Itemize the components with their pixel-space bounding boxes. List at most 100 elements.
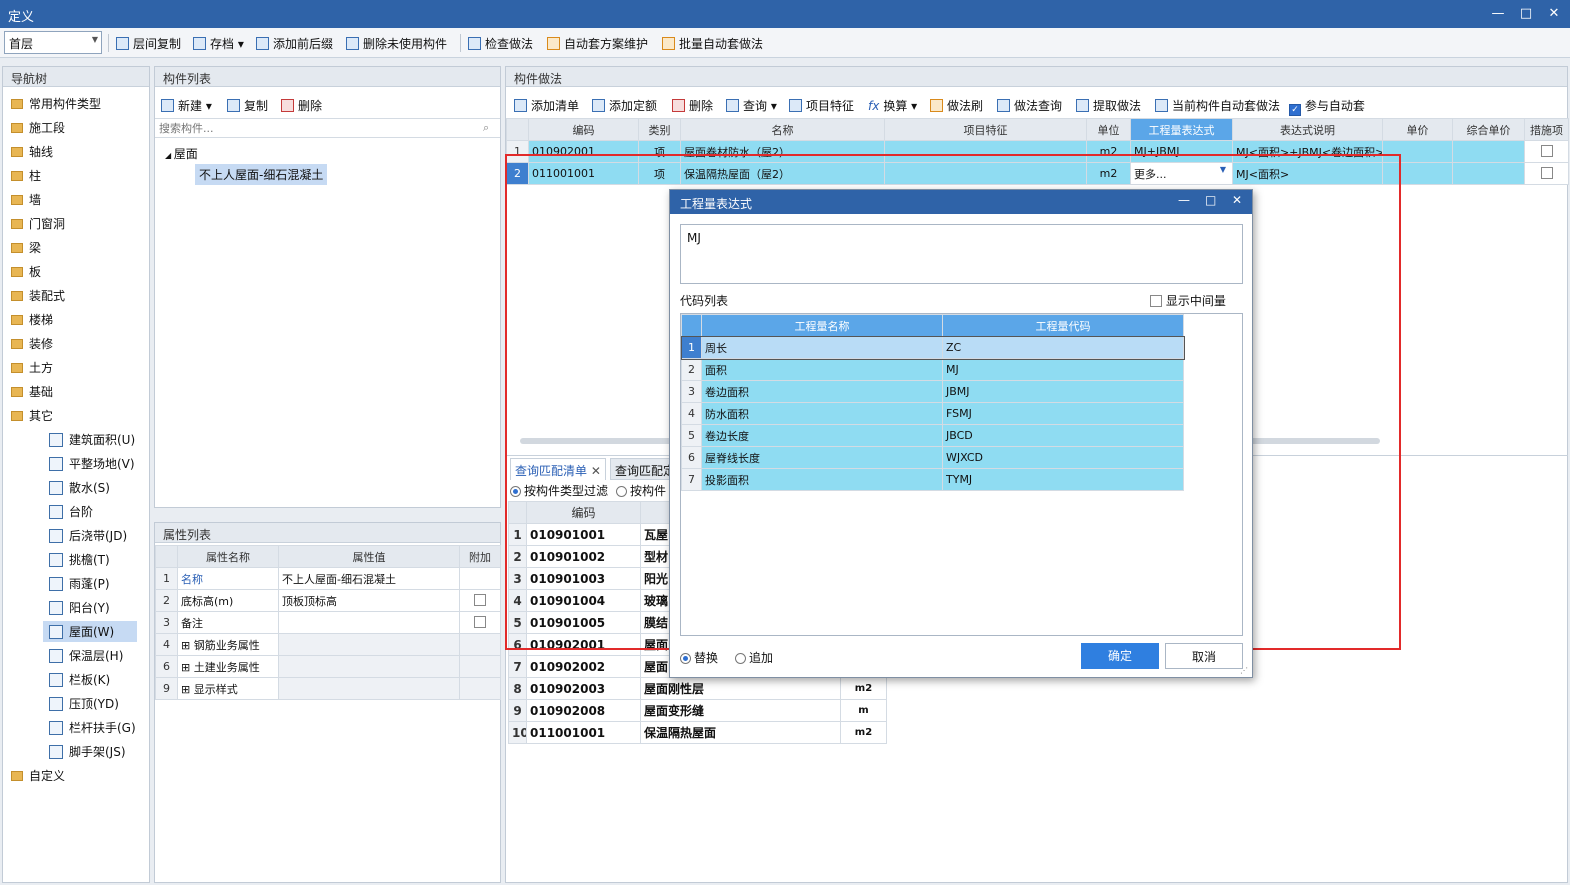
toolbar-divider — [108, 34, 109, 52]
nav-folder-earth[interactable]: 土方 — [11, 359, 53, 376]
append-checkbox[interactable] — [474, 616, 486, 628]
add-list-button[interactable]: 添加清单 — [514, 97, 579, 114]
nav-item-balcony[interactable]: 阳台(Y) — [49, 599, 110, 616]
table-row[interactable]: 4 ⊞ 钢筋业务属性 — [155, 633, 501, 656]
cancel-button[interactable]: 取消 — [1165, 643, 1243, 669]
new-component-button[interactable]: 新建 ▾ — [161, 97, 212, 114]
component-list-header: 构件列表 — [155, 67, 500, 87]
table-row[interactable]: 4 防水面积 FSMJ — [681, 402, 1184, 425]
delete-component-button[interactable]: 删除 — [281, 97, 322, 114]
folder-open-icon — [11, 411, 23, 421]
method-query-button[interactable]: 做法查询 — [997, 97, 1062, 114]
nav-item-post-cast[interactable]: 后浇带(JD) — [49, 527, 127, 544]
folder-icon — [11, 363, 23, 373]
table-row[interactable]: 9 010902008 屋面变形缝 m — [508, 699, 887, 722]
query-button[interactable]: 查询 ▾ — [726, 97, 777, 114]
table-row[interactable]: 5 卷边长度 JBCD — [681, 424, 1184, 447]
maximize-icon[interactable]: □ — [1518, 6, 1534, 21]
nav-folder-section[interactable]: 施工段 — [11, 119, 65, 136]
nav-folder-common[interactable]: 常用构件类型 — [11, 95, 101, 112]
close-icon[interactable]: ✕ — [1546, 6, 1562, 21]
close-icon[interactable]: ✕ — [1232, 193, 1242, 207]
table-row[interactable]: 2 底标高(m) 顶板顶标高 — [155, 589, 501, 612]
nav-item-eave[interactable]: 挑檐(T) — [49, 551, 110, 568]
nav-folder-axis[interactable]: 轴线 — [11, 143, 53, 160]
extract-method-button[interactable]: 提取做法 — [1076, 97, 1141, 114]
nav-item-site-leveling[interactable]: 平整场地(V) — [49, 455, 135, 472]
batch-auto-button[interactable]: 批量自动套做法 — [662, 35, 763, 52]
ok-button[interactable]: 确定 — [1081, 643, 1159, 669]
minimize-icon[interactable]: — — [1490, 6, 1506, 21]
code-list-table: 工程量名称 工程量代码 1 周长 ZC 2 面积 MJ 3 卷边面积 JBMJ 4 防水面积 FS… — [680, 314, 1185, 491]
maximize-icon[interactable]: □ — [1205, 193, 1216, 207]
archive-icon — [193, 37, 206, 50]
nav-item-building-area[interactable]: 建筑面积(U) — [49, 431, 135, 448]
nav-folder-slab[interactable]: 板 — [11, 263, 41, 280]
measure-checkbox[interactable] — [1540, 145, 1553, 157]
item-feature-button[interactable]: 项目特征 — [789, 97, 854, 114]
floor-select[interactable]: 首层 ▼ — [4, 31, 102, 54]
nav-item-coping[interactable]: 压顶(YD) — [49, 695, 119, 712]
nav-item-step[interactable]: 台阶 — [49, 503, 93, 520]
add-quota-button[interactable]: 添加定额 — [592, 97, 657, 114]
minimize-icon[interactable]: — — [1178, 193, 1190, 207]
table-row[interactable]: 8 010902003 屋面刚性层 m2 — [508, 677, 887, 700]
table-row[interactable]: 10011001001保温隔热屋面m2 — [508, 721, 887, 744]
auto-scheme-button[interactable]: 自动套方案维护 — [547, 35, 648, 52]
nav-folder-opening[interactable]: 门窗洞 — [11, 215, 65, 232]
component-tree-item[interactable]: 不上人屋面-细石混凝土 — [195, 164, 328, 185]
table-row[interactable]: 1 名称 不上人屋面-细石混凝土 — [155, 567, 501, 590]
nav-item-apron[interactable]: 散水(S) — [49, 479, 110, 496]
add-prefix-button[interactable]: 添加前后缀 — [256, 35, 333, 52]
nav-folder-column[interactable]: 柱 — [11, 167, 41, 184]
nav-item-railing[interactable]: 栏杆扶手(G) — [49, 719, 136, 736]
component-search-input[interactable] — [155, 118, 500, 138]
table-row[interactable]: 3 备注 — [155, 611, 501, 634]
table-row[interactable]: 7 投影面积 TYMJ — [681, 468, 1184, 491]
table-row[interactable]: 3 卷边面积 JBMJ — [681, 380, 1184, 403]
method-brush-button[interactable]: 做法刷 — [930, 97, 983, 114]
table-row[interactable]: 1 周长 ZC — [680, 335, 1185, 360]
parapet-icon — [49, 673, 63, 687]
replace-radio[interactable]: 替换 — [680, 649, 718, 666]
nav-folder-finish[interactable]: 装修 — [11, 335, 53, 352]
nav-folder-foundation[interactable]: 基础 — [11, 383, 53, 400]
batch-icon — [662, 37, 675, 50]
nav-item-roof[interactable]: 屋面(W) — [43, 621, 137, 642]
component-list-panel: 构件列表 新建 ▾ 复制 删除 ⌕ ◢ 屋面 不上人屋面-细石混凝土 — [154, 66, 501, 508]
nav-item-scaffold[interactable]: 脚手架(JS) — [49, 743, 126, 760]
brush-icon — [930, 99, 943, 112]
resize-grip-icon[interactable]: ⋰ — [1240, 666, 1248, 675]
append-checkbox[interactable] — [474, 594, 486, 606]
table-row[interactable]: 2 面积 MJ — [681, 358, 1184, 381]
check-method-button[interactable]: 检查做法 — [468, 35, 533, 52]
nav-folder-other[interactable]: 其它 — [11, 407, 53, 424]
auto-apply-current-button[interactable]: 当前构件自动套做法 — [1155, 97, 1280, 114]
measure-checkbox[interactable] — [1540, 167, 1553, 179]
delete-method-button[interactable]: 删除 — [672, 97, 713, 114]
archive-button[interactable]: 存档 ▾ — [193, 35, 244, 52]
copy-floor-button[interactable]: 层间复制 — [116, 35, 181, 52]
nav-item-insulation[interactable]: 保温层(H) — [49, 647, 123, 664]
folder-icon — [11, 195, 23, 205]
nav-folder-wall[interactable]: 墙 — [11, 191, 41, 208]
delete-unused-button[interactable]: 删除未使用构件 — [346, 35, 447, 52]
table-row[interactable]: 9 ⊞ 显示样式 — [155, 677, 501, 700]
append-radio[interactable]: 追加 — [735, 649, 773, 666]
copy-component-button[interactable]: 复制 — [227, 97, 268, 114]
table-row[interactable]: 6 ⊞ 土建业务属性 — [155, 655, 501, 678]
component-tree-root[interactable]: ◢ 屋面 — [165, 145, 198, 162]
folder-icon — [11, 147, 23, 157]
main-toolbar: 首层 ▼ 层间复制 存档 ▾ 添加前后缀 删除未使用构件 检查做法 自动套方案维护… — [0, 28, 1570, 58]
table-row[interactable]: 6 屋脊线长度 WJXCD — [681, 446, 1184, 469]
nav-folder-prefab[interactable]: 装配式 — [11, 287, 65, 304]
nav-item-parapet[interactable]: 栏板(K) — [49, 671, 110, 688]
nav-folder-custom[interactable]: 自定义 — [11, 767, 65, 784]
convert-button[interactable]: fx 换算 ▾ — [868, 97, 917, 114]
join-auto-checkbox[interactable]: ✓ 参与自动套 — [1289, 97, 1365, 116]
nav-item-canopy[interactable]: 雨蓬(P) — [49, 575, 110, 592]
show-intermediate-checkbox[interactable]: 显示中间量 — [1150, 292, 1226, 309]
nav-folder-stair[interactable]: 楼梯 — [11, 311, 53, 328]
nav-folder-beam[interactable]: 梁 — [11, 239, 41, 256]
expression-textarea[interactable]: MJ — [680, 224, 1243, 284]
